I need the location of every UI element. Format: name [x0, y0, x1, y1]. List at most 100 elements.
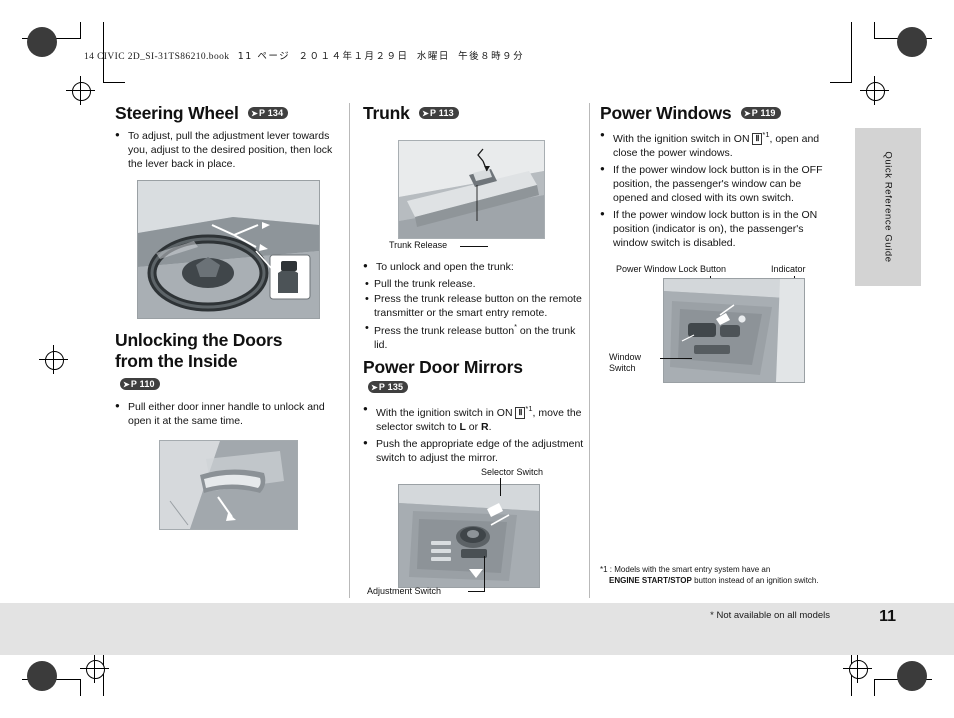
trunk-release-label: Trunk Release: [389, 240, 448, 250]
slug-time: 午後８時９分: [458, 51, 525, 62]
asterisk-marker: *: [514, 321, 518, 331]
column-middle-section2: Power Door Mirrors ➤P 135 With the ignit…: [363, 357, 587, 469]
footer-note: * Not available on all models: [710, 610, 830, 621]
registration-cross-bl2-v: [94, 654, 95, 683]
adjustment-switch-label: Adjustment Switch: [367, 586, 442, 596]
ignition-position-icon: Ⅱ: [515, 407, 526, 419]
section-tab: Quick Reference Guide: [855, 128, 921, 286]
registration-cross-left-v: [53, 345, 54, 374]
power-door-mirrors-heading-wrap: Power Door Mirrors: [363, 357, 587, 378]
registration-cross-top-left-v: [80, 76, 81, 105]
trunk-release-figure: [398, 140, 545, 239]
unlocking-doors-heading-line1: Unlocking the Doors: [115, 330, 283, 350]
power-door-mirrors-page-ref[interactable]: ➤P 135: [368, 381, 409, 393]
list-item: If the power window lock button is in th…: [600, 209, 838, 251]
adjustment-switch-leader-h: [468, 591, 484, 592]
footnote-bold: ENGINE START/STOP button instead of an i…: [609, 575, 819, 585]
list-item: If the power window lock button is in th…: [600, 164, 838, 206]
footnote-1: *1 : Models with the smart entry system …: [600, 565, 840, 587]
crop-mark-top-left-h2: [103, 82, 125, 83]
list-item: To adjust, pull the adjustment lever tow…: [115, 130, 343, 172]
slug-day: 水曜日: [416, 51, 450, 62]
color-registration-dot-bottom-right: [897, 661, 927, 691]
section-tab-label: Quick Reference Guide: [882, 151, 894, 263]
slug-page: 11 ページ: [237, 51, 291, 62]
door-handle-figure: [159, 440, 298, 530]
arrow-icon: ➤: [743, 109, 751, 118]
column-middle: Trunk ➤P 113: [363, 103, 587, 130]
window-switch-label: Window Switch: [609, 352, 642, 373]
arrow-icon: ➤: [251, 109, 258, 118]
trunk-bullets: To unlock and open the trunk:: [363, 261, 587, 275]
footnote-marker: *1: [525, 404, 533, 413]
manual-page: 14 CIVIC 2D_SI-31TS86210.book 11 ページ ２０１…: [0, 0, 954, 718]
ignition-position-icon: Ⅱ: [752, 133, 763, 145]
list-item: Pull either door inner handle to unlock …: [115, 401, 343, 429]
arrow-icon: ➤: [422, 109, 430, 118]
registration-mark-top-right: [866, 82, 885, 101]
power-window-switch-figure: [663, 278, 805, 383]
crop-mark-bottom-right-v: [874, 679, 875, 696]
crop-mark-top-right-v: [874, 22, 875, 39]
crop-mark-top-right-h2: [830, 82, 852, 83]
column-right: Power Windows ➤P 119 With the ignition s…: [600, 103, 838, 254]
registration-mark-bottom-left-2: [86, 660, 105, 679]
power-door-mirrors-page-ref-wrap: ➤P 135: [363, 380, 409, 398]
color-registration-dot-bottom-left: [27, 661, 57, 691]
trunk-release-illustration: [399, 141, 544, 238]
indicator-label: Indicator: [771, 264, 806, 274]
list-item: Push the appropriate edge of the adjustm…: [363, 438, 587, 466]
power-door-mirrors-bullets: With the ignition switch in ON Ⅱ*1, move…: [363, 404, 587, 466]
mirror-switch-figure: [398, 484, 540, 588]
trunk-heading-wrap: Trunk ➤P 113: [363, 103, 587, 124]
slug-code: 14 CIVIC 2D_SI-31TS86210.book: [84, 52, 230, 62]
steering-wheel-illustration: [138, 181, 319, 318]
trunk-page-ref[interactable]: ➤P 113: [419, 107, 459, 119]
power-windows-page-ref[interactable]: ➤P 119: [740, 107, 781, 119]
power-door-mirrors-heading: Power Door Mirrors: [363, 357, 523, 377]
mirror-switch-illustration: [399, 485, 539, 587]
steering-wheel-heading: Steering Wheel: [115, 103, 239, 123]
power-window-lock-button-label: Power Window Lock Button: [616, 264, 727, 274]
column-left: Steering Wheel ➤P 134 To adjust, pull th…: [115, 103, 343, 175]
steering-wheel-page-ref[interactable]: ➤P 134: [248, 107, 289, 119]
arrow-icon: ➤: [123, 380, 130, 389]
power-window-switch-illustration: [664, 279, 804, 382]
crop-mark-bottom-left-v: [80, 679, 81, 696]
registration-mark-left: [45, 351, 64, 370]
print-slug: 14 CIVIC 2D_SI-31TS86210.book 11 ページ ２０１…: [84, 48, 524, 62]
footnote-text-before: Models with the smart entry system have …: [614, 565, 771, 574]
slug-date: ２０１４年１月２９日: [298, 51, 409, 62]
color-registration-dot-top-left: [27, 27, 57, 57]
list-item: With the ignition switch in ON Ⅱ*1, move…: [363, 404, 587, 435]
trunk-heading: Trunk: [363, 103, 410, 123]
list-item: Pull the trunk release.: [363, 277, 587, 292]
trunk-sub-bullets: Pull the trunk release. Press the trunk …: [363, 277, 587, 353]
unlocking-doors-page-ref[interactable]: ➤P 110: [120, 378, 160, 390]
list-item: With the ignition switch in ON Ⅱ*1, open…: [600, 130, 838, 161]
steering-wheel-bullets: To adjust, pull the adjustment lever tow…: [115, 130, 343, 172]
unlocking-doors-heading-wrap: Unlocking the Doors from the Inside: [115, 330, 343, 372]
arrow-icon: ➤: [371, 383, 378, 392]
adjustment-switch-leader-v: [484, 556, 485, 592]
column-left-section2: Unlocking the Doors from the Inside ➤P 1…: [115, 330, 343, 432]
color-registration-dot-top-right: [897, 27, 927, 57]
steering-wheel-heading-wrap: Steering Wheel ➤P 134: [115, 103, 343, 124]
power-windows-bullets: With the ignition switch in ON Ⅱ*1, open…: [600, 130, 838, 251]
footnote-marker-label: *1 :: [600, 565, 613, 574]
selector-switch-leader: [500, 478, 501, 496]
page-number: 11: [879, 608, 896, 625]
power-windows-heading-wrap: Power Windows ➤P 119: [600, 103, 838, 124]
registration-mark-bottom-right: [849, 660, 868, 679]
column-divider-1: [349, 103, 350, 598]
unlocking-doors-bullets: Pull either door inner handle to unlock …: [115, 401, 343, 429]
door-handle-illustration: [160, 441, 297, 529]
list-item: Press the trunk release button* on the t…: [363, 321, 587, 353]
list-item: Press the trunk release button on the re…: [363, 292, 587, 321]
list-item: To unlock and open the trunk:: [363, 261, 587, 275]
power-windows-heading: Power Windows: [600, 103, 732, 123]
selector-switch-label: Selector Switch: [481, 467, 544, 477]
registration-cross-br-v: [857, 654, 858, 683]
trunk-release-leader: [460, 246, 488, 247]
footnote-marker: *1: [762, 130, 770, 139]
